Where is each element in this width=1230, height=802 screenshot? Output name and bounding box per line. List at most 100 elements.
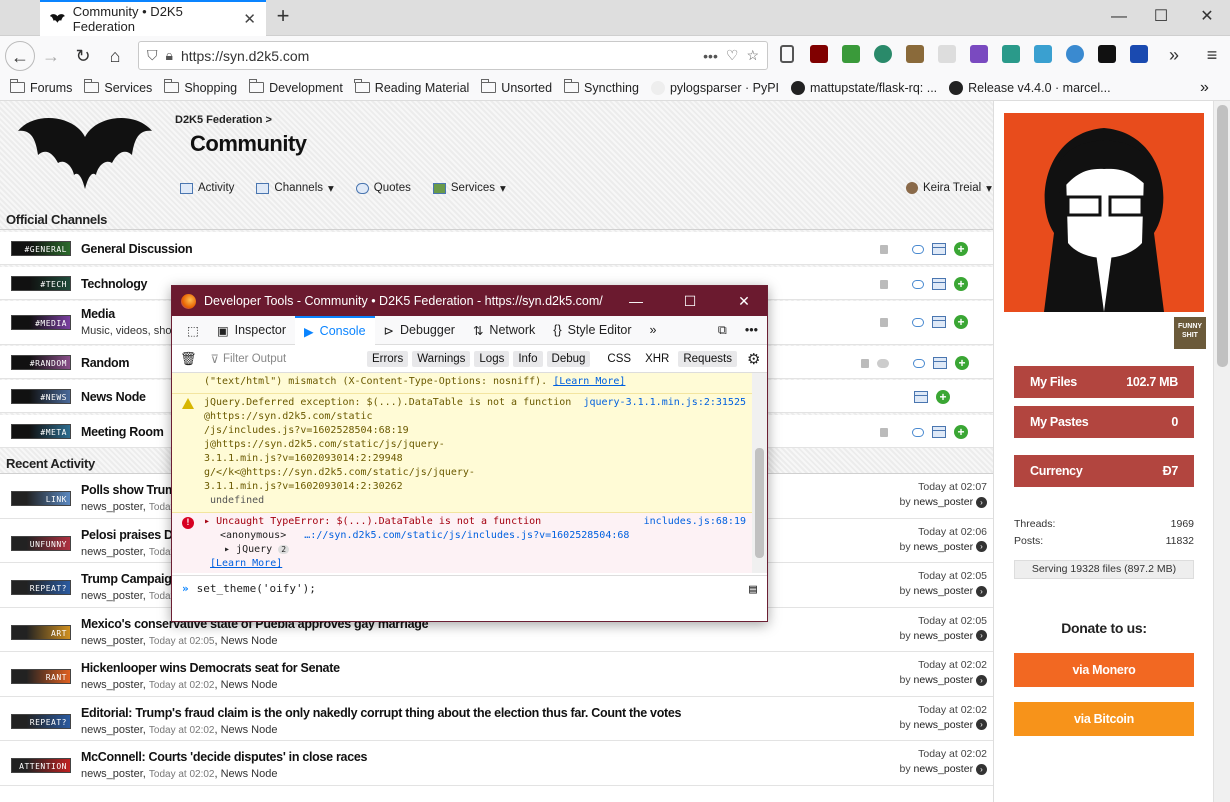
page-scrollbar[interactable] xyxy=(1213,101,1230,802)
bookmark-syncthing[interactable]: Syncthing xyxy=(563,79,639,95)
calendar-grid-icon[interactable] xyxy=(933,357,947,369)
go-to-post-icon[interactable]: › xyxy=(976,763,987,775)
extension-blue-icon[interactable] xyxy=(1130,45,1148,63)
devtools-close-button[interactable]: ✕ xyxy=(721,293,767,310)
last-poster[interactable]: news_poster xyxy=(914,674,974,686)
activity-row[interactable]: RANT Hickenlooper wins Democrats seat for… xyxy=(0,652,993,697)
tabs-overflow-icon[interactable]: » xyxy=(641,316,666,345)
bookmark-forums[interactable]: Forums xyxy=(9,79,72,95)
extension-cube-icon[interactable] xyxy=(970,45,988,63)
last-poster[interactable]: news_poster xyxy=(914,585,974,597)
bookmark-development[interactable]: Development xyxy=(248,79,343,95)
anon-source-link[interactable]: …://syn.d2k5.com/static/js/includes.js?v… xyxy=(304,530,629,541)
calendar-grid-icon[interactable] xyxy=(932,316,946,328)
filter-requests[interactable]: Requests xyxy=(678,350,737,367)
menu-icon[interactable]: ≡ xyxy=(1196,40,1228,70)
filter-debug[interactable]: Debug xyxy=(546,350,591,367)
extension-black-icon[interactable] xyxy=(1098,45,1116,63)
user-menu[interactable]: Keira Treial ▾ xyxy=(906,181,992,195)
tab-inspector[interactable]: ▣ Inspector xyxy=(208,316,295,345)
hidden-icon[interactable] xyxy=(877,358,889,368)
channel-name[interactable]: News Node xyxy=(81,390,146,404)
add-thread-icon[interactable]: + xyxy=(936,390,950,404)
devtools-titlebar[interactable]: Developer Tools - Community • D2K5 Feder… xyxy=(172,286,767,316)
extension-save-icon[interactable] xyxy=(1034,45,1052,63)
extension-green-icon[interactable] xyxy=(842,45,860,63)
activity-row[interactable]: REPEAT? Editorial: Trump's fraud claim is… xyxy=(0,696,993,741)
bookmark-star-icon[interactable]: ☆ xyxy=(746,47,759,64)
chat-icon[interactable] xyxy=(912,279,924,289)
url-text[interactable]: https://syn.d2k5.com xyxy=(181,48,695,64)
thread-author[interactable]: news_poster xyxy=(81,679,143,691)
new-tab-button[interactable]: + xyxy=(270,4,296,30)
user-avatar[interactable] xyxy=(1004,113,1204,312)
devtools-maximize-button[interactable]: ☐ xyxy=(667,293,713,310)
thread-author[interactable]: news_poster xyxy=(81,501,143,513)
go-to-post-icon[interactable]: › xyxy=(976,719,987,731)
library-icon[interactable] xyxy=(780,45,794,63)
reload-button[interactable]: ↻ xyxy=(67,41,99,71)
tab-network[interactable]: ⇅ Network xyxy=(464,316,544,345)
thread-author[interactable]: news_poster xyxy=(81,635,143,647)
console-input-text[interactable]: set_theme('oify'); xyxy=(197,582,742,599)
go-to-post-icon[interactable]: › xyxy=(976,585,987,597)
go-to-post-icon[interactable]: › xyxy=(976,496,987,508)
warning-source-link[interactable]: jquery-3.1.1.min.js:2:31525 xyxy=(583,396,746,410)
thread-title[interactable]: Hickenlooper wins Democrats seat for Sen… xyxy=(81,661,340,675)
learn-more-link-2[interactable]: [Learn More] xyxy=(204,557,732,571)
donate-monero-button[interactable]: via Monero xyxy=(1014,653,1194,687)
filter-css[interactable]: CSS xyxy=(602,351,636,367)
last-poster[interactable]: news_poster xyxy=(914,496,974,508)
channel-name[interactable]: Technology xyxy=(81,277,148,291)
filter-info[interactable]: Info xyxy=(513,350,543,367)
chat-icon[interactable] xyxy=(912,317,924,327)
thread-channel[interactable]: , News Node xyxy=(215,768,278,780)
filter-input[interactable]: Filter Output xyxy=(223,353,363,365)
browser-tab-active[interactable]: Community • D2K5 Federation ✕ xyxy=(40,0,266,36)
filter-logs[interactable]: Logs xyxy=(474,350,510,367)
shield-icon[interactable]: ⛉ xyxy=(147,47,158,64)
thread-channel[interactable]: , News Node xyxy=(215,724,278,736)
tab-close-icon[interactable]: ✕ xyxy=(243,10,256,28)
back-button[interactable]: ← xyxy=(5,40,35,71)
nav-quotes[interactable]: Quotes xyxy=(355,181,411,195)
add-thread-icon[interactable]: + xyxy=(955,356,969,370)
last-poster[interactable]: news_poster xyxy=(914,763,974,775)
last-poster[interactable]: news_poster xyxy=(914,719,974,731)
calendar-grid-icon[interactable] xyxy=(914,391,928,403)
thread-author[interactable]: news_poster xyxy=(81,768,143,780)
nav-channels[interactable]: Channels ▾ xyxy=(256,181,334,195)
maximize-button[interactable]: ☐ xyxy=(1138,0,1184,36)
error-source-link[interactable]: includes.js:68:19 xyxy=(644,515,746,529)
console-scrollbar-thumb[interactable] xyxy=(755,448,764,558)
add-thread-icon[interactable]: + xyxy=(954,425,968,439)
bookmark-flask-rq[interactable]: mattupstate/flask-rq: ... xyxy=(791,80,937,95)
bookmark-pylogsparser[interactable]: pylogsparser · PyPI xyxy=(650,80,779,95)
bookmark-shopping[interactable]: Shopping xyxy=(163,79,237,95)
donate-bitcoin-button[interactable]: via Bitcoin xyxy=(1014,702,1194,736)
minimize-button[interactable]: — xyxy=(1096,0,1142,36)
add-thread-icon[interactable]: + xyxy=(954,277,968,291)
channel-name[interactable]: General Discussion xyxy=(81,242,193,256)
lock-icon[interactable]: 🔒︎ xyxy=(166,47,173,64)
ublock-icon[interactable] xyxy=(810,45,828,63)
calendar-grid-icon[interactable] xyxy=(932,278,946,290)
thread-author[interactable]: news_poster xyxy=(81,590,143,602)
my-files-button[interactable]: My Files 102.7 MB xyxy=(1014,366,1194,398)
thread-channel[interactable]: , News Node xyxy=(215,635,278,647)
expand-triangle-icon[interactable]: ▸ xyxy=(224,544,230,555)
go-to-post-icon[interactable]: › xyxy=(976,541,987,553)
funny-badge[interactable]: FUNNY SHIT xyxy=(1174,317,1206,349)
calendar-grid-icon[interactable] xyxy=(932,243,946,255)
channel-name[interactable]: Media xyxy=(81,307,115,321)
pocket-icon[interactable]: ♡ xyxy=(726,47,739,64)
chat-icon[interactable] xyxy=(912,244,924,254)
bookmark-unsorted[interactable]: Unsorted xyxy=(480,79,552,95)
extension-tools-icon[interactable] xyxy=(906,45,924,63)
scrollbar-thumb[interactable] xyxy=(1217,105,1228,367)
activity-row[interactable]: Hungary tightens anti-COVID rules, may s… xyxy=(0,785,993,802)
learn-more-link[interactable]: [Learn More] xyxy=(553,376,625,387)
tab-style-editor[interactable]: {} Style Editor xyxy=(544,316,640,345)
extension-circle-icon[interactable] xyxy=(874,45,892,63)
url-bar[interactable]: ⛉ 🔒︎ https://syn.d2k5.com ••• ♡ ☆ xyxy=(138,41,768,70)
